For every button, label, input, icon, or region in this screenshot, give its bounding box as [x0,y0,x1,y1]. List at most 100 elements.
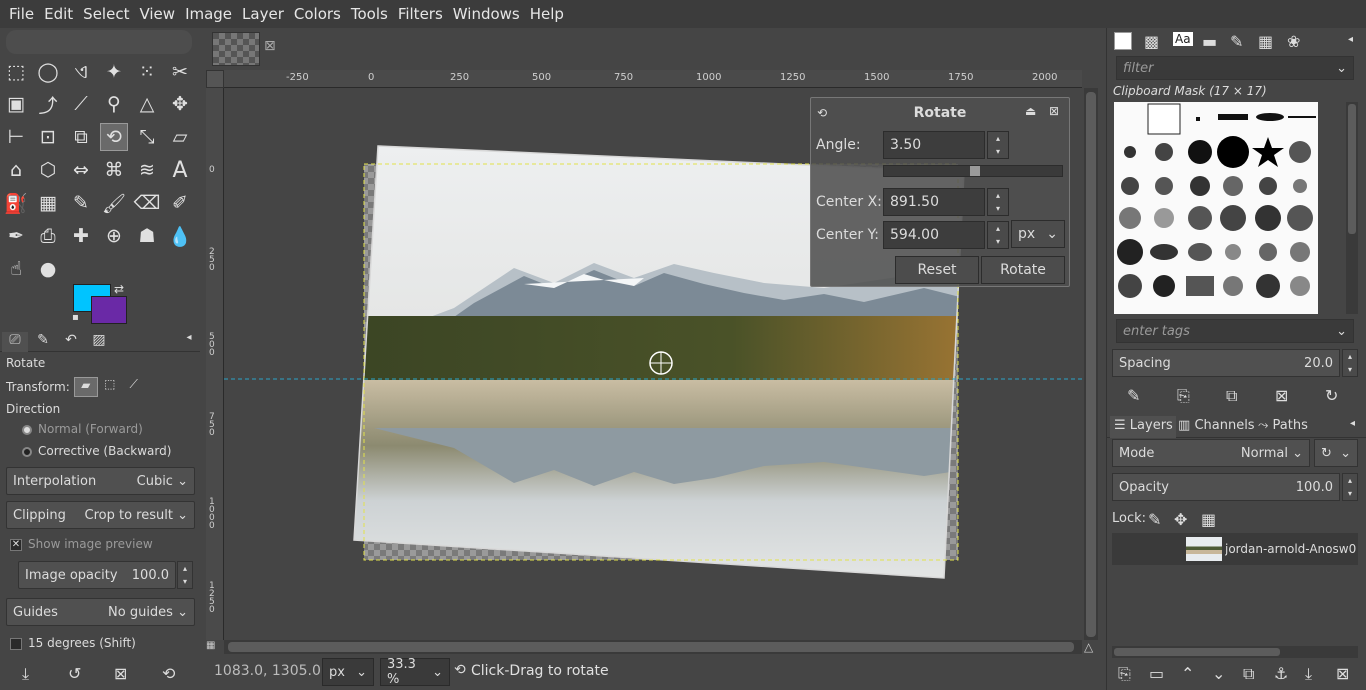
vertical-ruler[interactable]: 0 2 5 0 5 0 0 7 5 0 1 0 0 0 1 2 5 0 [206,88,224,640]
center-y-spinner[interactable]: ▴ ▾ [987,221,1009,249]
edit-brush-icon[interactable]: ✎ [1127,386,1140,405]
duplicate-layer-icon[interactable]: ⧉ [1243,664,1254,684]
scissors-icon[interactable]: ✂ [166,58,194,86]
horizontal-ruler[interactable]: -250 0 250 500 750 1000 1250 1500 1750 2… [224,70,1082,88]
layer-item[interactable]: jordan-arnold-Anosw0H [1112,533,1358,565]
clone-icon[interactable]: ⎙ [34,222,62,250]
close-icon[interactable]: ⊠ [1049,104,1059,118]
layer-visibility-icon[interactable] [1116,541,1132,557]
restore-options-icon[interactable]: ↺ [68,664,81,683]
new-layer-group-icon[interactable]: ▭ [1149,664,1164,683]
menu-file[interactable]: File [4,5,39,23]
raise-layer-icon[interactable]: ⌃ [1181,664,1194,683]
direction-normal-radio[interactable]: Normal (Forward) [22,422,222,436]
delete-options-icon[interactable]: ⊠ [114,664,127,683]
image-opacity-field[interactable]: Image opacity 100.0 [18,561,176,589]
shear-icon[interactable]: ▱ [166,123,194,151]
transform-layer-icon[interactable]: ▰ [73,377,98,397]
perspective-icon[interactable]: ⌂ [2,156,30,184]
ink-icon[interactable]: ✒ [2,222,30,250]
brush-grid-scrollbar[interactable] [1346,102,1358,314]
new-brush-icon[interactable]: ⎘ [1177,386,1190,406]
scale-icon[interactable]: ⤡ [133,123,161,151]
dodge-burn-icon[interactable]: ● [34,255,62,283]
scroll-thumb[interactable] [1114,648,1280,656]
scroll-thumb[interactable] [1086,92,1096,637]
foreground-select-icon[interactable]: ▣ [2,90,30,118]
tab-layers[interactable]: ☰ Layers [1110,416,1176,438]
lower-layer-icon[interactable]: ⌄ [1212,664,1225,683]
unit-select[interactable]: px ⌄ [322,658,374,686]
warp-icon[interactable]: ≋ [133,156,161,184]
airbrush-icon[interactable]: ✐ [166,189,194,217]
slider-handle[interactable] [970,166,980,176]
brush-tab-icon[interactable] [1114,32,1132,50]
move-icon[interactable]: ✥ [166,90,194,118]
tab-paths[interactable]: ⤳ Paths [1258,416,1322,436]
menu-filters[interactable]: Filters [393,5,448,23]
pencil-icon[interactable]: ✎ [67,189,95,217]
scroll-thumb[interactable] [1348,104,1356,234]
fuzzy-select-icon[interactable]: ✦ [100,58,128,86]
eraser-icon[interactable]: ⌫ [133,189,161,217]
swap-colors-icon[interactable]: ⇄ [114,282,124,296]
zoom-icon[interactable]: ⚲ [100,90,128,118]
tab-tool-options[interactable]: ⎚ [2,332,28,352]
opacity-spinner[interactable]: ▴ ▾ [1342,473,1358,501]
spacing-field[interactable]: Spacing 20.0 [1112,349,1340,377]
clipping-select[interactable]: Clipping Crop to result ⌄ [6,501,195,529]
horizontal-scrollbar[interactable] [224,640,1082,654]
layer-name[interactable]: jordan-arnold-Anosw0H [1225,542,1357,556]
show-preview-checkbox[interactable]: ✕ Show image preview [10,537,210,551]
menu-select[interactable]: Select [78,5,134,23]
layer-mode-select[interactable]: Mode Normal ⌄ [1112,439,1310,467]
new-layer-icon[interactable]: ⎘ [1118,664,1131,684]
default-colors-icon[interactable]: ▪ [72,312,79,323]
image-tab-thumbnail[interactable] [212,32,260,66]
dock-menu-icon[interactable]: ◂ [1350,418,1355,429]
dock-menu-icon[interactable]: ◂ [176,332,202,352]
pattern-tab-icon[interactable]: ▩ [1144,32,1159,51]
layers-hscrollbar[interactable] [1112,646,1358,658]
delete-brush-icon[interactable]: ⊠ [1275,386,1288,405]
gradient-icon[interactable]: ▦ [34,189,62,217]
unified-transform-icon[interactable]: ⧉ [67,123,95,151]
palette-tab-icon[interactable]: ▦ [1258,32,1273,51]
ellipse-select-icon[interactable]: ◯ [34,58,62,86]
center-x-input[interactable]: 891.50 [883,188,985,216]
close-icon[interactable]: ⊠ [264,38,276,54]
align-icon[interactable]: ⊢ [2,123,30,151]
zoom-select[interactable]: 33.3 % ⌄ [380,657,450,687]
lock-alpha-icon[interactable]: ▦ [1201,510,1216,529]
direction-corrective-radio[interactable]: Corrective (Backward) [22,444,222,458]
unit-select[interactable]: px ⌄ [1011,220,1065,248]
dodge-icon[interactable]: ☗ [133,222,161,250]
navigate-icon[interactable]: △ [1084,640,1100,654]
transform-path-icon[interactable]: ⟋ [122,377,146,397]
free-select-icon[interactable]: ଏ [67,58,95,86]
reset-options-icon[interactable]: ⟲ [162,664,175,683]
blur-icon[interactable]: 💧 [166,222,194,250]
menu-edit[interactable]: Edit [39,5,78,23]
smudge-icon[interactable]: ☝ [2,255,30,283]
menu-colors[interactable]: Colors [289,5,346,23]
text-tool-icon[interactable]: A [166,156,194,184]
save-options-icon[interactable]: ⤓ [22,664,29,684]
snap-15-checkbox[interactable]: 15 degrees (Shift) [10,636,210,650]
brush-grid[interactable] [1114,102,1318,314]
composite-mode-select[interactable]: ↻ ⌄ [1314,439,1358,467]
perspective-clone-icon[interactable]: ⊕ [100,222,128,250]
duplicate-brush-icon[interactable]: ⧉ [1226,386,1237,406]
image-opacity-spinner[interactable]: ▴ ▾ [177,561,193,589]
heal-icon[interactable]: ✚ [67,222,95,250]
gradient-tab-icon[interactable]: ▬ [1202,32,1217,51]
dock-menu-icon[interactable]: ◂ [1348,34,1353,45]
lock-position-icon[interactable]: ✥ [1174,510,1187,529]
angle-spinner[interactable]: ▴ ▾ [987,131,1009,159]
menu-layer[interactable]: Layer [237,5,289,23]
layer-mask-icon[interactable]: ⤓ [1305,664,1312,684]
menu-image[interactable]: Image [180,5,237,23]
tab-device-status[interactable]: ✎ [30,332,56,352]
menu-help[interactable]: Help [525,5,569,23]
tab-channels[interactable]: ▥ Channels [1178,416,1256,436]
